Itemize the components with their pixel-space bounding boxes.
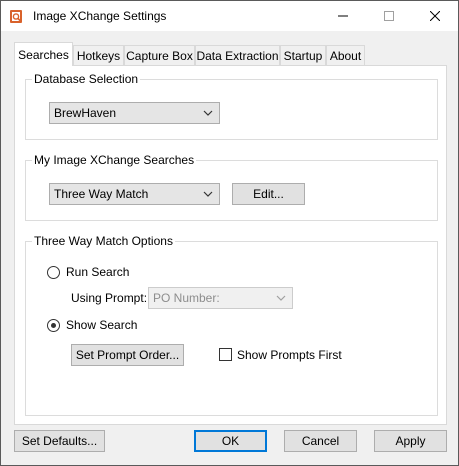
- tab-searches[interactable]: Searches: [14, 42, 73, 66]
- minimize-icon: [338, 11, 348, 21]
- searches-group: My Image XChange Searches Three Way Matc…: [25, 153, 438, 221]
- search-select-value: Three Way Match: [54, 187, 149, 201]
- settings-window: Image XChange Settings Searches Hotkeys …: [0, 0, 459, 466]
- window-title: Image XChange Settings: [33, 9, 167, 23]
- close-icon: [430, 11, 440, 21]
- title-bar[interactable]: Image XChange Settings: [1, 1, 458, 31]
- using-prompt-label: Using Prompt:: [71, 291, 148, 305]
- prompt-select[interactable]: PO Number:: [148, 287, 293, 309]
- chevron-down-icon: [276, 295, 286, 301]
- chevron-down-icon: [203, 110, 213, 116]
- maximize-button[interactable]: [366, 1, 412, 31]
- cancel-button[interactable]: Cancel: [284, 430, 357, 452]
- database-select-value: BrewHaven: [54, 106, 117, 120]
- show-prompts-first-label[interactable]: Show Prompts First: [237, 348, 342, 362]
- searches-tab-panel: Database Selection BrewHaven My Image XC…: [14, 65, 447, 425]
- show-search-label[interactable]: Show Search: [66, 318, 137, 332]
- set-defaults-button[interactable]: Set Defaults...: [14, 430, 105, 452]
- show-prompts-first-checkbox[interactable]: [219, 348, 232, 361]
- database-select[interactable]: BrewHaven: [49, 102, 220, 124]
- tab-capture-box[interactable]: Capture Box: [124, 45, 195, 65]
- prompt-select-value: PO Number:: [153, 291, 220, 305]
- search-options-legend: Three Way Match Options: [32, 234, 175, 248]
- edit-search-button[interactable]: Edit...: [232, 183, 305, 205]
- app-icon: [9, 8, 25, 24]
- search-options-group: Three Way Match Options Run Search Using…: [25, 234, 438, 416]
- ok-button[interactable]: OK: [194, 430, 267, 452]
- database-selection-group: Database Selection BrewHaven: [25, 72, 438, 140]
- run-search-radio[interactable]: [47, 266, 60, 279]
- tab-data-extraction[interactable]: Data Extraction: [195, 45, 280, 65]
- database-selection-legend: Database Selection: [32, 72, 141, 86]
- searches-legend: My Image XChange Searches: [32, 153, 197, 167]
- close-button[interactable]: [412, 1, 458, 31]
- apply-button[interactable]: Apply: [374, 430, 447, 452]
- search-select[interactable]: Three Way Match: [49, 183, 220, 205]
- maximize-icon: [384, 11, 394, 21]
- run-search-label[interactable]: Run Search: [66, 265, 129, 279]
- tab-startup[interactable]: Startup: [280, 45, 326, 65]
- show-search-radio[interactable]: [47, 319, 60, 332]
- tab-about[interactable]: About: [326, 45, 365, 65]
- minimize-button[interactable]: [320, 1, 366, 31]
- radio-selected-dot: [51, 323, 56, 328]
- tab-hotkeys[interactable]: Hotkeys: [73, 45, 124, 65]
- set-prompt-order-button[interactable]: Set Prompt Order...: [71, 344, 184, 366]
- chevron-down-icon: [203, 191, 213, 197]
